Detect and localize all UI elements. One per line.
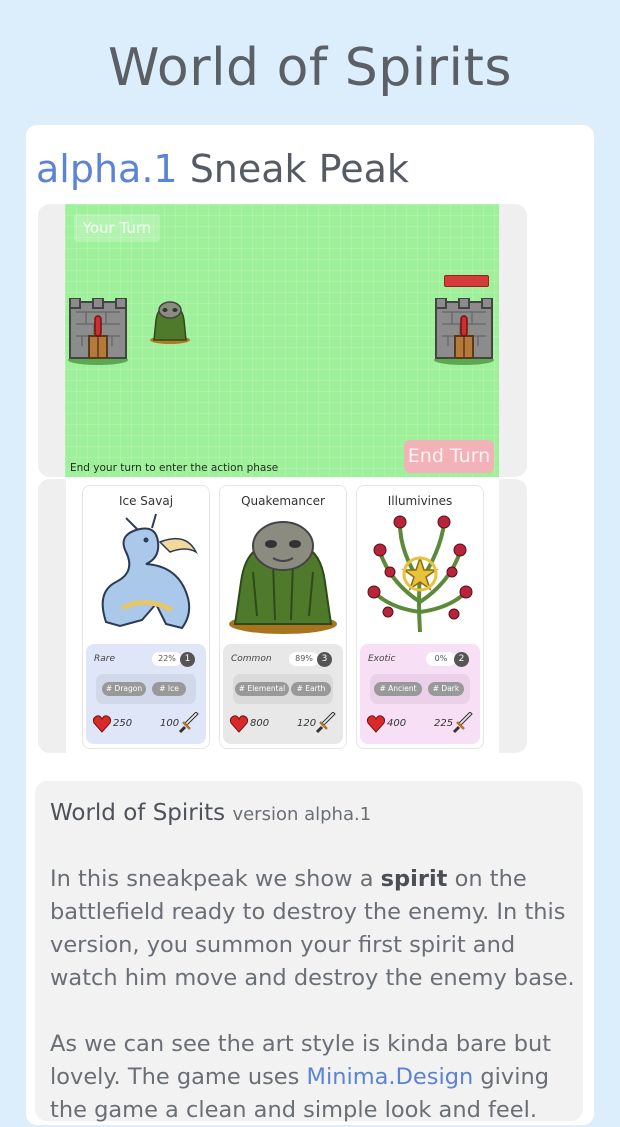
attack-value: 100	[160, 718, 180, 729]
spirit-card[interactable]: Quakemancer Common 89% 3 # Elemental # E…	[219, 485, 347, 749]
spirit-card[interactable]: Ice Savaj Rare 22% 1 # Dragon # Ice 250 …	[82, 485, 210, 749]
sword-icon	[452, 712, 473, 734]
version-label: alpha.1	[36, 147, 178, 191]
tag-box: # Elemental # Earth	[233, 674, 333, 704]
section-title: alpha.1 Sneak Peak	[36, 146, 409, 192]
minima-design-link[interactable]: Minima.Design	[307, 1064, 474, 1090]
turn-indicator: Your Turn	[74, 214, 160, 242]
card-stats: Exotic 0% 2 # Ancient # Dark 400 225	[360, 644, 480, 744]
hp-value: 800	[250, 718, 270, 729]
heart-icon	[92, 715, 112, 733]
end-turn-button[interactable]: End Turn	[404, 440, 494, 473]
heart-icon	[229, 715, 249, 733]
owned-count: 1	[180, 652, 195, 667]
hp-value: 250	[113, 718, 133, 729]
tag: # Dark	[428, 682, 464, 696]
owned-count: 2	[454, 652, 469, 667]
collection-percent: 89%	[289, 652, 319, 666]
sword-icon	[178, 712, 199, 734]
rarity-label: Common	[231, 654, 272, 664]
info-heading-name: World of Spirits	[50, 800, 226, 826]
enemy-health-bar	[444, 275, 489, 287]
section-title-text: Sneak Peak	[189, 147, 409, 191]
tag: # Earth	[291, 682, 331, 696]
hp-value: 400	[387, 718, 407, 729]
info-heading-version: version alpha.1	[232, 804, 372, 825]
player-castle	[68, 298, 128, 365]
rarity-label: Rare	[94, 654, 116, 664]
card-name: Ice Savaj	[118, 494, 174, 508]
spirit-card[interactable]: Illumivines Exotic 0% 2 # Ancient # Dark…	[356, 485, 484, 749]
card-stats: Common 89% 3 # Elemental # Earth 800 120	[223, 644, 343, 744]
tag: # Ancient	[374, 682, 422, 696]
info-heading: World of Spirits version alpha.1	[50, 797, 371, 831]
attack-value: 225	[434, 718, 454, 729]
rock-golem-sprite-icon	[150, 301, 190, 344]
sword-icon	[315, 712, 336, 734]
page-title: World of Spirits	[108, 38, 512, 98]
attack-value: 120	[297, 718, 317, 729]
info-paragraph-2: As we can see the art style is kinda bar…	[50, 1031, 552, 1123]
spirit-emphasis: spirit	[380, 866, 448, 892]
heart-icon	[366, 715, 386, 733]
tag: # Dragon	[102, 682, 146, 696]
collection-percent: 22%	[152, 652, 182, 666]
tag: # Elemental	[235, 682, 289, 696]
tag-box: # Dragon # Ice	[96, 674, 196, 704]
owned-count: 3	[317, 652, 332, 667]
collection-percent: 0%	[426, 652, 456, 666]
spirit-unit[interactable]	[146, 296, 194, 344]
card-name: Quakemancer	[241, 494, 325, 508]
tag: # Ice	[152, 682, 186, 696]
info-paragraph-1: In this sneakpeak we show a spirit on th…	[50, 866, 575, 991]
rarity-label: Exotic	[368, 654, 396, 664]
enemy-castle[interactable]	[432, 298, 496, 366]
phase-hint: End your turn to enter the action phase	[70, 462, 279, 474]
rock-golem-icon	[229, 521, 337, 634]
rose-vines-icon	[367, 515, 473, 633]
card-stats: Rare 22% 1 # Dragon # Ice 250 100	[86, 644, 206, 744]
ice-dragon-icon	[101, 513, 198, 630]
tag-box: # Ancient # Dark	[370, 674, 470, 704]
card-name: Illumivines	[387, 494, 453, 508]
